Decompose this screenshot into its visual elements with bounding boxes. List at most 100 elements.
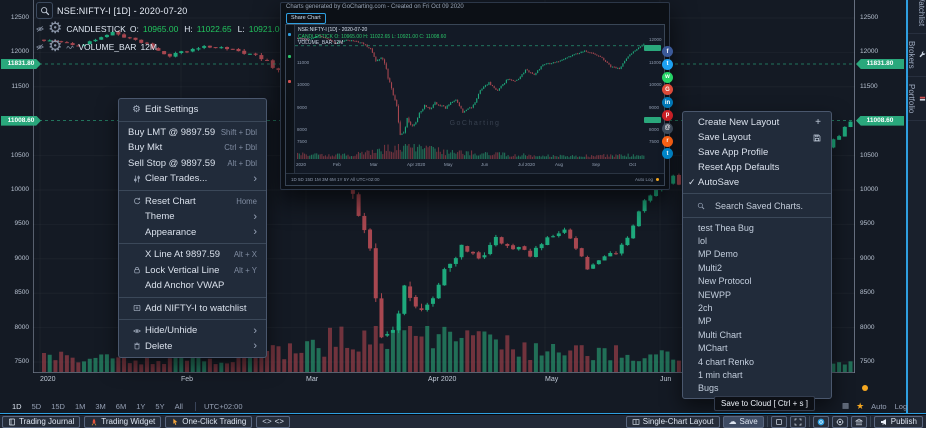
saved-chart-item[interactable]: Bugs (683, 382, 831, 395)
save-button[interactable]: ☁Save (723, 416, 764, 428)
context-menu-item[interactable]: Buy MktCtrl + Dbl (119, 140, 266, 156)
side-tab-label: Brokers (907, 41, 916, 69)
timeframe-button[interactable]: 1Y (136, 402, 145, 411)
square-button[interactable] (771, 416, 787, 428)
auto-scale-button[interactable]: Auto (871, 402, 886, 411)
fullscreen-button[interactable] (790, 416, 806, 428)
context-menu-item[interactable]: Delete› (119, 339, 266, 355)
timeframe-button[interactable]: 15D (51, 402, 65, 411)
grid-settings-icon[interactable]: ▦ (842, 402, 849, 410)
context-menu-item[interactable]: Lock Vertical LineAlt + Y (119, 263, 266, 279)
context-menu-item[interactable]: Hide/Unhide› (119, 323, 266, 339)
facebook-share-icon[interactable]: f (662, 46, 673, 57)
menu-item-label: Save App Profile (698, 147, 821, 158)
saved-chart-item[interactable]: Multi Chart (683, 328, 831, 341)
saved-chart-item[interactable]: 4 chart Renko (683, 355, 831, 368)
menu-item-label: Theme (145, 211, 247, 222)
context-menu-item[interactable]: Add NIFTY-I to watchlist (119, 301, 266, 317)
log-scale-button[interactable]: Log (895, 402, 908, 411)
context-menu-item[interactable]: X Line At 9897.59Alt + X (119, 247, 266, 263)
favorite-star-icon[interactable]: ★ (856, 401, 864, 412)
timeframe-button[interactable]: 1M (75, 402, 85, 411)
context-menu-item[interactable]: Buy LMT @ 9897.59Shift + Dbl (119, 125, 266, 141)
eye-icon (128, 327, 145, 335)
indicator-settings-icon[interactable]: ⚙ (48, 21, 62, 37)
context-menu-item[interactable]: Add Anchor VWAP (119, 278, 266, 294)
menu-item-label: Reset Chart (145, 196, 236, 207)
twitter-share-icon[interactable]: t (662, 59, 673, 70)
saved-chart-item[interactable]: NEWPP (683, 288, 831, 301)
reddit-share-icon[interactable]: r (662, 136, 673, 147)
layout-menu-item[interactable]: Save App Profile (683, 145, 831, 160)
context-menu-item[interactable]: Sell Stop @ 9897.59Alt + Dbl (119, 156, 266, 172)
button-label: Save (740, 417, 758, 426)
camera-button[interactable] (813, 416, 829, 428)
zoom-search-button[interactable] (36, 2, 53, 19)
side-tab-watchlist[interactable]: Watchlist (908, 0, 926, 34)
layout-menu-item[interactable]: Create New Layout+ (683, 115, 831, 130)
layout-menu-item[interactable]: ✓AutoSave (683, 175, 831, 190)
menu-item-label: Hide/Unhide (145, 325, 247, 336)
timeframe-button[interactable]: 5Y (155, 402, 164, 411)
context-menu-item[interactable]: Clear Trades...› (119, 171, 266, 187)
saved-charts-search[interactable] (683, 197, 831, 214)
search-saved-charts-input[interactable] (713, 200, 827, 212)
bank-icon (855, 418, 863, 426)
pointer-icon (171, 418, 179, 426)
telegram-share-icon[interactable]: t (662, 148, 673, 159)
bank-button[interactable] (851, 416, 867, 428)
timeframe-button[interactable]: 5D (32, 402, 42, 411)
social-share-column: ftwGinp@rt (662, 46, 673, 159)
linkedin-share-icon[interactable]: in (662, 97, 673, 108)
save-tooltip: Save to Cloud [ Ctrl + s ] (714, 396, 815, 411)
price-tick-label: 7500 (860, 358, 874, 365)
publish-button[interactable]: Publish (874, 416, 923, 428)
trading-widget-button[interactable]: Trading Widget (84, 416, 161, 428)
timezone-label[interactable]: UTC+02:00 (204, 402, 243, 411)
context-menu-item[interactable]: ⚙Edit Settings (119, 102, 266, 118)
timeframe-button[interactable]: All (175, 402, 183, 411)
saved-chart-item[interactable]: MP Demo (683, 248, 831, 261)
context-menu-item[interactable]: Reset ChartHome (119, 194, 266, 210)
addwatch-icon (128, 304, 145, 312)
preview-chart: NSE:NIFTY-I [1D] - 2020-07-20 CANDLESTIC… (285, 24, 665, 186)
saved-chart-item[interactable]: New Protocol (683, 275, 831, 288)
email-share-icon[interactable]: @ (662, 123, 673, 134)
button-label: <> (275, 417, 284, 426)
menu-item-label: Buy LMT @ 9897.59 (128, 127, 221, 138)
timeframe-button[interactable]: 1D (12, 402, 22, 411)
saved-chart-item[interactable]: 2ch (683, 301, 831, 314)
pinterest-share-icon[interactable]: p (662, 110, 673, 121)
volume-settings-icon[interactable]: ⚙ (48, 39, 62, 55)
saved-chart-item[interactable]: MP (683, 315, 831, 328)
target-button[interactable] (832, 416, 848, 428)
scale-toolbar: ▦ ★ Auto Log (842, 399, 907, 413)
one-click-trading-button[interactable]: One-Click Trading (165, 416, 252, 428)
context-menu-item[interactable]: Theme› (119, 209, 266, 225)
side-tab-portfolio[interactable]: Portfolio (908, 77, 926, 121)
whatsapp-share-icon[interactable]: w (662, 72, 673, 83)
saved-chart-item[interactable]: Multi2 (683, 261, 831, 274)
saved-chart-item[interactable]: MChart (683, 342, 831, 355)
menu-separator (119, 319, 266, 320)
googleplus-share-icon[interactable]: G (662, 84, 673, 95)
share-chart-button[interactable]: Share Chart (286, 13, 326, 24)
price-tick-label: 8500 (0, 289, 29, 296)
side-tab-brokers[interactable]: Brokers (908, 34, 926, 77)
saved-chart-item[interactable]: test Thea Bug (683, 221, 831, 234)
toolbar-divider (809, 416, 810, 427)
timeframe-button[interactable]: 6M (116, 402, 126, 411)
layout-menu-item[interactable]: Reset App Defaults (683, 160, 831, 175)
single-chart-layout-button[interactable]: Single-Chart Layout (626, 416, 720, 428)
timeframe-button[interactable]: 3M (95, 402, 105, 411)
context-menu-item[interactable]: Appearance› (119, 225, 266, 241)
layout-menu-item[interactable]: Save Layout (683, 130, 831, 145)
--button[interactable]: <><> (256, 416, 290, 428)
saved-chart-item[interactable]: lol (683, 234, 831, 247)
saved-chart-item[interactable]: 1 min chart (683, 368, 831, 381)
price-tag: 11831.80 (1, 59, 41, 69)
hide-indicator-icon[interactable] (36, 25, 44, 33)
menu-item-label: Sell Stop @ 9897.59 (128, 158, 227, 169)
hide-volume-icon[interactable] (36, 43, 44, 51)
trading-journal-button[interactable]: Trading Journal (2, 416, 80, 428)
